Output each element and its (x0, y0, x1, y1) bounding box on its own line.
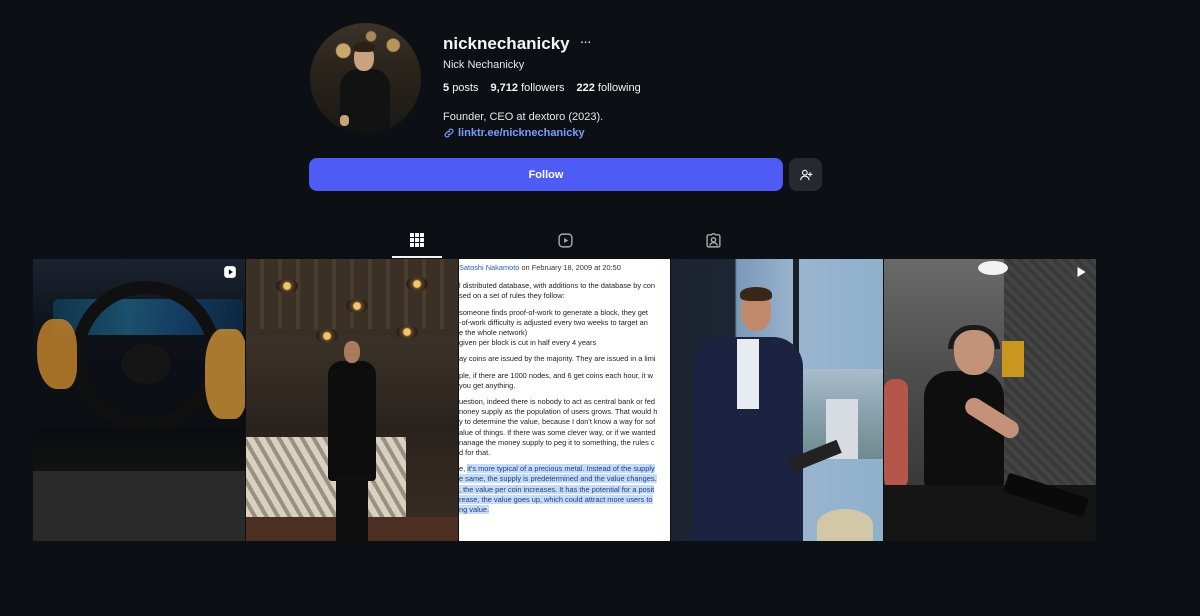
username-row: nicknechanicky ··· (443, 34, 592, 54)
doc-line-highlighted: e same, the supply is predetermined and … (459, 474, 670, 484)
doc-header: Satoshi Nakamoto on February 18, 2009 at… (459, 263, 670, 273)
post-tile-4[interactable] (671, 259, 883, 541)
profile-avatar[interactable] (310, 23, 421, 134)
wall-sign (1002, 341, 1024, 377)
posts-label: posts (452, 82, 479, 94)
tagged-icon (705, 233, 721, 248)
follow-button[interactable]: Follow (309, 158, 783, 191)
man-shirt (737, 339, 759, 409)
post-tile-5[interactable] (884, 259, 1096, 541)
doc-line-highlighted: e, it's more typical of a precious metal… (459, 464, 670, 474)
man-head (344, 341, 360, 363)
following-stat[interactable]: 222 following (576, 82, 640, 94)
play-icon (1077, 267, 1086, 277)
tab-posts[interactable] (392, 228, 442, 258)
profile-page: nicknechanicky ··· Nick Nechanicky 5 pos… (0, 0, 1200, 616)
doc-line: ple, if there are 1000 nodes, and 6 get … (459, 370, 653, 380)
suggested-accounts-button[interactable] (789, 158, 822, 191)
person-add-icon (799, 169, 812, 180)
followers-stat[interactable]: 9,712 followers (490, 82, 564, 94)
steering-hub (121, 344, 171, 384)
reel-play-icon (224, 266, 236, 278)
doc-line: alue of things. If there was some clever… (459, 427, 656, 437)
doc-highlight: it's more typical of a precious metal. I… (467, 464, 655, 474)
ceiling-light (978, 261, 1008, 275)
doc-highlight: rease, the value goes up, which could at… (459, 494, 653, 504)
doc-line: noney supply as the population of users … (459, 407, 658, 417)
doc-date: on February 18, 2009 at 20:50 (519, 263, 621, 272)
post-1-image (33, 259, 245, 471)
ear-protection (948, 325, 1000, 349)
other-person (884, 379, 908, 489)
doc-line-highlighted: ng value. (459, 505, 670, 515)
profile-full-name: Nick Nechanicky (443, 59, 525, 71)
grid-icon (410, 233, 424, 247)
hanging-lamp (406, 277, 428, 291)
profile-bio: Founder, CEO at dextoro (2023). (443, 111, 604, 123)
man-hair (740, 287, 772, 301)
doc-line: y to determine the value, because I don'… (459, 417, 656, 427)
doc-author: Satoshi Nakamoto (459, 263, 520, 272)
doc-line-highlighted: , the value per coin increases. It has t… (459, 484, 670, 495)
avatar-person-hair (353, 42, 375, 52)
posts-count: 5 (443, 82, 450, 94)
posts-stat: 5 posts (443, 82, 478, 94)
profile-tabs (392, 228, 812, 258)
following-count: 222 (576, 82, 595, 94)
post-tile-1[interactable] (33, 259, 245, 541)
doc-highlight: e same, the supply is predetermined and … (459, 474, 657, 484)
followers-label: followers (521, 82, 565, 94)
profile-stats: 5 posts 9,712 followers 222 following (443, 82, 641, 94)
doc-line: you get anything. (459, 380, 516, 390)
doc-line: ay coins are issued by the majority. The… (459, 354, 656, 364)
right-hand (205, 329, 245, 419)
doc-line: uestion, indeed there is nobody to act a… (459, 397, 655, 407)
profile-username: nicknechanicky (443, 34, 570, 53)
bar-counter (246, 437, 406, 517)
hanging-lamp (346, 299, 368, 313)
left-hand (37, 319, 77, 389)
doc-highlight: ng value. (459, 505, 489, 515)
post-tile-2[interactable] (246, 259, 458, 541)
link-icon (444, 128, 454, 138)
avatar-person-hand (340, 115, 349, 126)
profile-link-text: linktr.ee/nicknechanicky (458, 127, 585, 139)
doc-line: -of-work difficulty is adjusted every tw… (459, 317, 648, 327)
doc-spacer (459, 273, 670, 281)
console-area (33, 429, 245, 471)
hanging-lamp (316, 329, 338, 343)
doc-line-prefix: e, (459, 464, 468, 474)
post-3-text-screenshot: Satoshi Nakamoto on February 18, 2009 at… (459, 263, 670, 515)
tab-tagged[interactable] (688, 228, 738, 258)
doc-line: e the whole network) (459, 328, 528, 338)
doc-line: d for that. (459, 448, 491, 458)
doc-line: someone finds proof-of-work to generate … (459, 307, 648, 317)
man-legs (336, 477, 368, 541)
following-label: following (597, 82, 641, 94)
followers-count: 9,712 (490, 82, 519, 94)
man-body (924, 371, 1004, 491)
more-options-icon[interactable]: ··· (580, 34, 592, 48)
doc-line: nanage the money supply to peg it to som… (459, 437, 655, 447)
doc-highlight: , the value per coin increases. It has t… (459, 484, 655, 494)
profile-link[interactable]: linktr.ee/nicknechanicky (443, 127, 585, 139)
man-body (328, 361, 376, 481)
doc-line: sed on a set of rules they follow: (459, 291, 565, 301)
hanging-lamp (276, 279, 298, 293)
stool (817, 509, 873, 541)
doc-line: given per block is cut in half every 4 y… (459, 338, 597, 348)
reels-icon (557, 233, 573, 248)
pergola-roof (246, 259, 458, 329)
post-tile-3[interactable]: Satoshi Nakamoto on February 18, 2009 at… (459, 259, 670, 541)
doc-line: l distributed database, with additions t… (459, 281, 655, 291)
hanging-lamp (396, 325, 418, 339)
doc-line-highlighted: rease, the value goes up, which could at… (459, 494, 670, 505)
tab-reels[interactable] (540, 228, 590, 258)
